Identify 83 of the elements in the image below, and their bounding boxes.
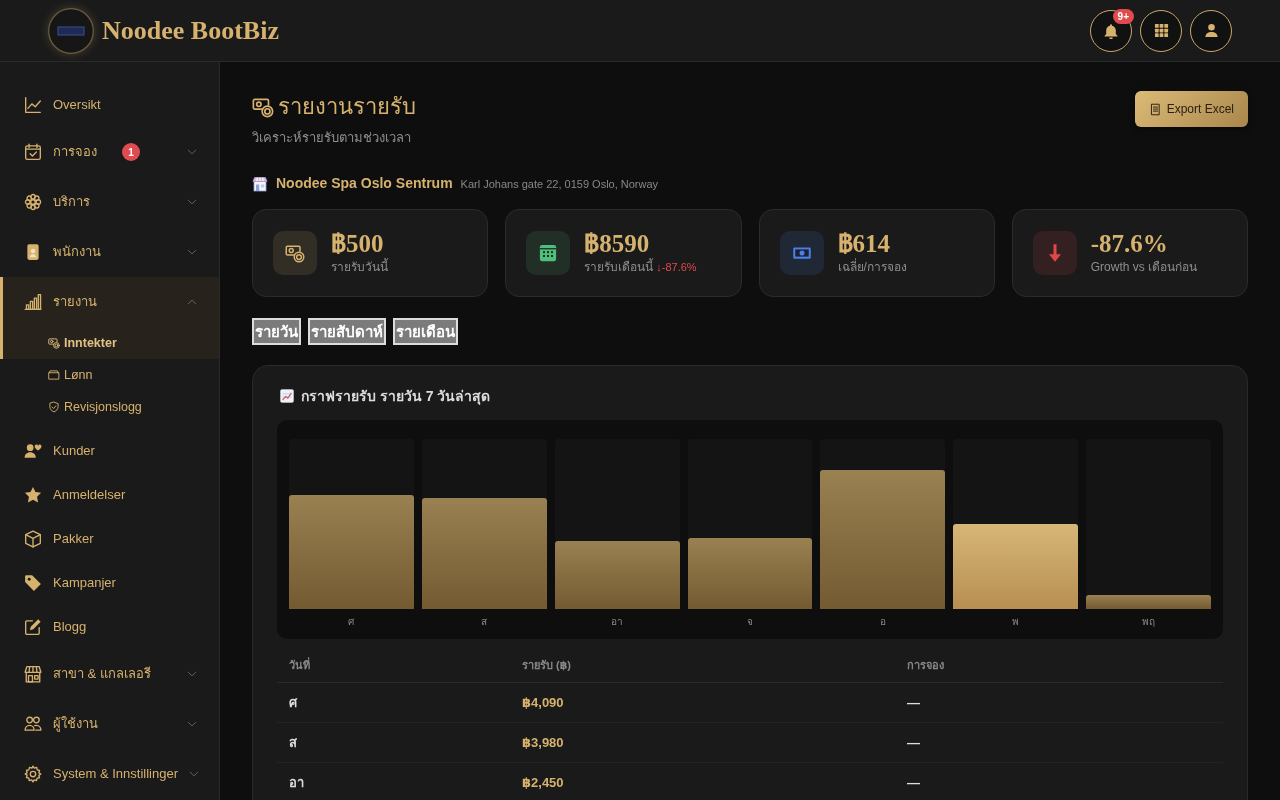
axis-label: ส — [481, 615, 488, 627]
grid-icon — [1153, 23, 1169, 38]
stat-value: -87.6% — [1090, 230, 1169, 258]
sidebar-item[interactable]: รายงาน — [0, 277, 219, 327]
sidebar-item[interactable]: บริการ — [0, 177, 219, 227]
axis-label: อา — [611, 615, 624, 627]
export-button[interactable]: Export Excel — [1134, 91, 1248, 127]
column-header: วันที่ — [277, 648, 510, 683]
table-cell: ฿2,450 — [510, 762, 895, 800]
column-header: การจอง — [895, 648, 1223, 683]
shield-check-icon — [48, 401, 60, 413]
bar-chart-icon — [24, 293, 42, 311]
brand-name: Noodee BootBiz — [102, 17, 279, 44]
sidebar-subitem[interactable]: Revisjonslogg — [0, 391, 219, 423]
settings-icon — [24, 765, 42, 783]
sidebar-item[interactable]: Kampanjer — [0, 561, 219, 605]
axis-label: พฤ — [1142, 615, 1156, 627]
box-icon — [24, 530, 42, 548]
table-cell: ส — [277, 722, 510, 763]
store-icon — [252, 175, 268, 192]
axis-label: ศ — [348, 615, 355, 627]
page-subtitle: วิเคราะห์รายรับตามช่วงเวลา — [252, 129, 412, 148]
stat-value: ฿500 — [331, 230, 385, 258]
profile-button[interactable] — [1190, 9, 1232, 52]
table-cell: — — [895, 762, 1223, 800]
people-icon — [24, 715, 42, 733]
cash-coin-icon — [48, 337, 60, 349]
branch-address: Karl Johans gate 22, 0159 Oslo, Norway — [460, 176, 659, 192]
sidebar-item[interactable]: Oversikt — [0, 83, 219, 127]
page-title: รายงานรายรับ — [278, 94, 416, 121]
table-cell: ฿4,090 — [510, 682, 895, 723]
sidebar-item[interactable]: Pakker — [0, 517, 219, 561]
stat-value: ฿8590 — [584, 230, 651, 258]
table-cell: ฿3,980 — [510, 722, 895, 763]
sidebar-subitem[interactable]: Inntekter — [0, 327, 219, 359]
table-cell: อา — [277, 762, 510, 800]
table-cell: ศ — [277, 682, 510, 723]
chart-title: กราฟรายรับ รายวัน 7 วันล่าสุด — [301, 386, 491, 405]
sidebar-item[interactable]: Blogg — [0, 605, 219, 649]
person-icon — [1203, 23, 1219, 38]
axis-label: จ — [747, 615, 753, 627]
bell-icon — [1103, 22, 1119, 39]
sidebar-item[interactable]: พนักงาน — [0, 227, 219, 277]
line-chart-icon — [280, 388, 294, 403]
sidebar-item[interactable]: Kunder — [0, 429, 219, 473]
wallet-icon — [48, 369, 60, 381]
person-heart-icon — [24, 442, 42, 460]
tag-icon — [24, 574, 42, 592]
sidebar-item[interactable]: System & Innstillinger — [0, 749, 219, 799]
apps-button[interactable] — [1140, 9, 1182, 52]
stat-label: รายรับเดือนนี้ — [584, 257, 654, 276]
star-icon — [24, 486, 42, 504]
column-header: รายรับ (฿) — [510, 648, 895, 683]
table-cell: — — [895, 722, 1223, 763]
axis-label: พ — [1012, 615, 1020, 627]
stat-label: Growth vs เดือนก่อน — [1090, 258, 1198, 276]
change-value: ↓-87.6% — [656, 259, 697, 275]
stat-label: เฉลี่ย/การจอง — [837, 257, 907, 276]
notifications-button[interactable]: 9+ — [1090, 9, 1132, 52]
sidebar-item[interactable]: Anmeldelser — [0, 473, 219, 517]
period-tab[interactable]: รายเดือน — [393, 317, 458, 345]
table-cell: — — [895, 682, 1223, 723]
stat-value: ฿614 — [837, 230, 891, 258]
sidebar-item[interactable]: การจอง 1 — [0, 127, 219, 177]
period-tab[interactable]: รายวัน — [252, 317, 301, 345]
storefront-icon — [24, 665, 42, 683]
id-badge-icon — [24, 243, 42, 261]
flower-icon — [24, 193, 42, 211]
axis-label: อ — [879, 615, 886, 627]
sidebar-item[interactable]: ผู้ใช้งาน — [0, 699, 219, 749]
sidebar-subitem[interactable]: Lønn — [0, 359, 219, 391]
pencil-square-icon — [24, 618, 42, 636]
calendar-check-icon — [24, 143, 42, 161]
count-badge: 1 — [122, 143, 140, 161]
period-tab[interactable]: รายสัปดาห์ — [308, 317, 386, 345]
document-icon — [1148, 102, 1162, 116]
branch-name: Noodee Spa Oslo Sentrum — [276, 174, 453, 194]
stat-label: รายรับวันนี้ — [331, 257, 388, 276]
line-chart-icon — [24, 96, 42, 114]
notification-badge: 9+ — [1112, 8, 1134, 24]
logo-icon — [48, 7, 94, 54]
sidebar-item[interactable]: สาขา & แกลเลอรี — [0, 649, 219, 699]
cash-coin-icon — [252, 96, 274, 119]
